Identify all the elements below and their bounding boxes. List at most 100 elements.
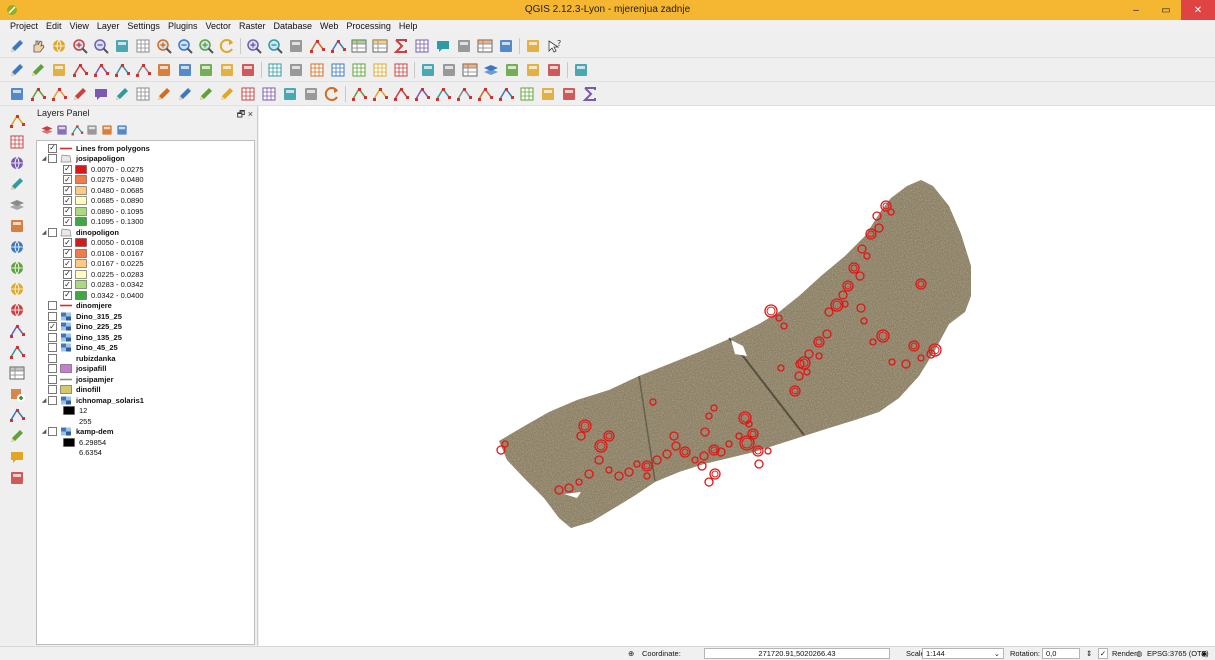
delete-ring-icon[interactable] (476, 85, 494, 103)
statistics-icon[interactable] (392, 37, 410, 55)
add-virtual-layer-icon[interactable] (8, 385, 26, 403)
zoom-to-native-icon[interactable] (113, 37, 131, 55)
redo-icon[interactable] (239, 61, 257, 79)
layer-tree[interactable]: ✓ Lines from polygons ◢ josipapoligon ✓ 0.007… (36, 140, 255, 645)
measurement-polygon[interactable] (704, 477, 714, 487)
layer-tree-row[interactable]: ◢ kamp-dem (40, 427, 114, 437)
layer-visibility-checkbox[interactable] (48, 395, 57, 405)
menu-plugins[interactable]: Plugins (164, 20, 202, 34)
expand-arrow-icon[interactable]: ◢ (40, 397, 48, 404)
layer-visibility-checkbox[interactable] (48, 353, 57, 363)
layer-visibility-checkbox[interactable] (48, 311, 57, 321)
vertex-add-icon[interactable] (8, 406, 26, 424)
legend-class-row[interactable]: ✓ 0.0050 - 0.0108 (63, 238, 144, 248)
grass-icon[interactable] (524, 61, 542, 79)
layer-tree-row[interactable]: ✓ Dino_225_25 (48, 322, 122, 332)
legend-class-row[interactable]: ✓ 0.0070 - 0.0275 (63, 164, 144, 174)
layer-style-icon[interactable] (482, 61, 500, 79)
legend-class-row[interactable]: ✓ 0.0167 - 0.0225 (63, 259, 144, 269)
rotation-spinner-icon[interactable]: ⇕ (1086, 649, 1092, 658)
add-part-icon[interactable] (302, 85, 320, 103)
layer-labeling-icon[interactable] (287, 61, 305, 79)
legend-class-row[interactable]: 6.29854 (63, 437, 106, 447)
add-oracle-layer-icon[interactable] (8, 217, 26, 235)
csw-icon[interactable] (545, 61, 563, 79)
copy-features-icon[interactable] (176, 61, 194, 79)
field-calculator-icon[interactable] (371, 37, 389, 55)
measurement-polygon[interactable] (764, 447, 772, 455)
zoom-out-icon[interactable] (92, 37, 110, 55)
layer-visibility-checkbox[interactable] (48, 332, 57, 342)
layer-visibility-checkbox[interactable] (48, 227, 57, 237)
layer-tree-row[interactable]: josipafill (48, 364, 106, 374)
maximize-button[interactable]: ▭ (1151, 0, 1181, 20)
topology-icon[interactable] (371, 85, 389, 103)
legend-class-row[interactable]: 6.6354 (63, 448, 102, 458)
layer-visibility-checkbox[interactable]: ✓ (63, 269, 72, 279)
legend-class-row[interactable]: ✓ 0.0275 - 0.0480 (63, 175, 144, 185)
undo-icon[interactable] (218, 61, 236, 79)
blue-layer-icon[interactable] (8, 469, 26, 487)
layer-visibility-checkbox[interactable] (48, 427, 57, 436)
trace-icon[interactable] (413, 85, 431, 103)
legend-class-row[interactable]: ✓ 0.0108 - 0.0167 (63, 248, 144, 258)
layer-visibility-checkbox[interactable]: ✓ (63, 290, 72, 300)
vertex-editor-icon[interactable] (392, 85, 410, 103)
layer-visibility-icon[interactable] (40, 123, 54, 137)
rotation-field[interactable]: 0,0 (1042, 648, 1080, 659)
expand-arrow-icon[interactable]: ◢ (40, 155, 48, 162)
add-vector-layer-icon[interactable] (8, 112, 26, 130)
gps-icon[interactable] (8, 427, 26, 445)
delete-selected-icon[interactable] (134, 61, 152, 79)
zoom-in-icon[interactable] (71, 37, 89, 55)
add-wms-layer-icon[interactable] (8, 238, 26, 256)
polygon-tool-icon[interactable] (92, 85, 110, 103)
change-label-icon[interactable] (392, 61, 410, 79)
pan-map-icon[interactable] (29, 37, 47, 55)
layer-tree-row[interactable]: Dino_45_25 (48, 343, 118, 353)
menu-help[interactable]: Help (395, 20, 422, 34)
menu-settings[interactable]: Settings (123, 20, 164, 34)
layer-tree-row[interactable]: ◢ josipapoligon (40, 154, 125, 164)
text-annotation-icon[interactable] (455, 37, 473, 55)
undo-edit-icon[interactable] (29, 85, 47, 103)
add-group-icon[interactable] (55, 123, 69, 137)
python-console-icon[interactable] (572, 61, 590, 79)
layer-visibility-checkbox[interactable] (48, 154, 57, 163)
zoom-full-icon[interactable] (134, 37, 152, 55)
add-feature-icon[interactable] (71, 61, 89, 79)
delete-part-icon[interactable] (497, 85, 515, 103)
new-shapefile-icon[interactable] (8, 322, 26, 340)
node-tool-icon[interactable] (113, 61, 131, 79)
layer-visibility-checkbox[interactable]: ✓ (63, 196, 72, 205)
raster-histogram-icon[interactable] (539, 85, 557, 103)
add-wcs-layer-icon[interactable] (8, 259, 26, 277)
expand-arrow-icon[interactable]: ◢ (40, 428, 48, 435)
add-wfs-layer-icon[interactable] (8, 280, 26, 298)
fill-ring-icon[interactable] (218, 85, 236, 103)
legend-class-row[interactable]: ✓ 0.0283 - 0.0342 (63, 280, 144, 290)
menu-raster[interactable]: Raster (235, 20, 270, 34)
legend-class-row[interactable]: ✓ 0.0342 - 0.0400 (63, 290, 144, 300)
split-feature-icon[interactable] (176, 85, 194, 103)
rotate-point-symbol-icon[interactable] (323, 85, 341, 103)
layer-visibility-checkbox[interactable] (48, 374, 57, 384)
legend-class-row[interactable]: ✓ 0.0225 - 0.0283 (63, 269, 144, 279)
simplify-icon[interactable] (260, 85, 278, 103)
zoom-next-icon[interactable] (197, 37, 215, 55)
add-raster-layer-icon[interactable] (8, 133, 26, 151)
label-toolbar-icon[interactable] (266, 61, 284, 79)
add-delimited-text-icon[interactable] (8, 301, 26, 319)
advanced-edit-icon[interactable] (113, 85, 131, 103)
layer-visibility-checkbox[interactable] (48, 364, 57, 373)
map-tips-icon[interactable] (476, 37, 494, 55)
layer-visibility-checkbox[interactable]: ✓ (63, 259, 72, 268)
legend-class-row[interactable]: ✓ 0.1095 - 0.1300 (63, 217, 144, 227)
cut-features-icon[interactable] (155, 61, 173, 79)
scale-dropdown[interactable]: 1:144 ⌄ (922, 648, 1004, 659)
plugin-icon[interactable] (8, 448, 26, 466)
menu-processing[interactable]: Processing (342, 20, 395, 34)
layer-visibility-checkbox[interactable]: ✓ (63, 175, 72, 184)
legend-class-row[interactable]: ✓ 0.0890 - 0.1095 (63, 206, 144, 216)
save-edits-icon[interactable] (50, 61, 68, 79)
